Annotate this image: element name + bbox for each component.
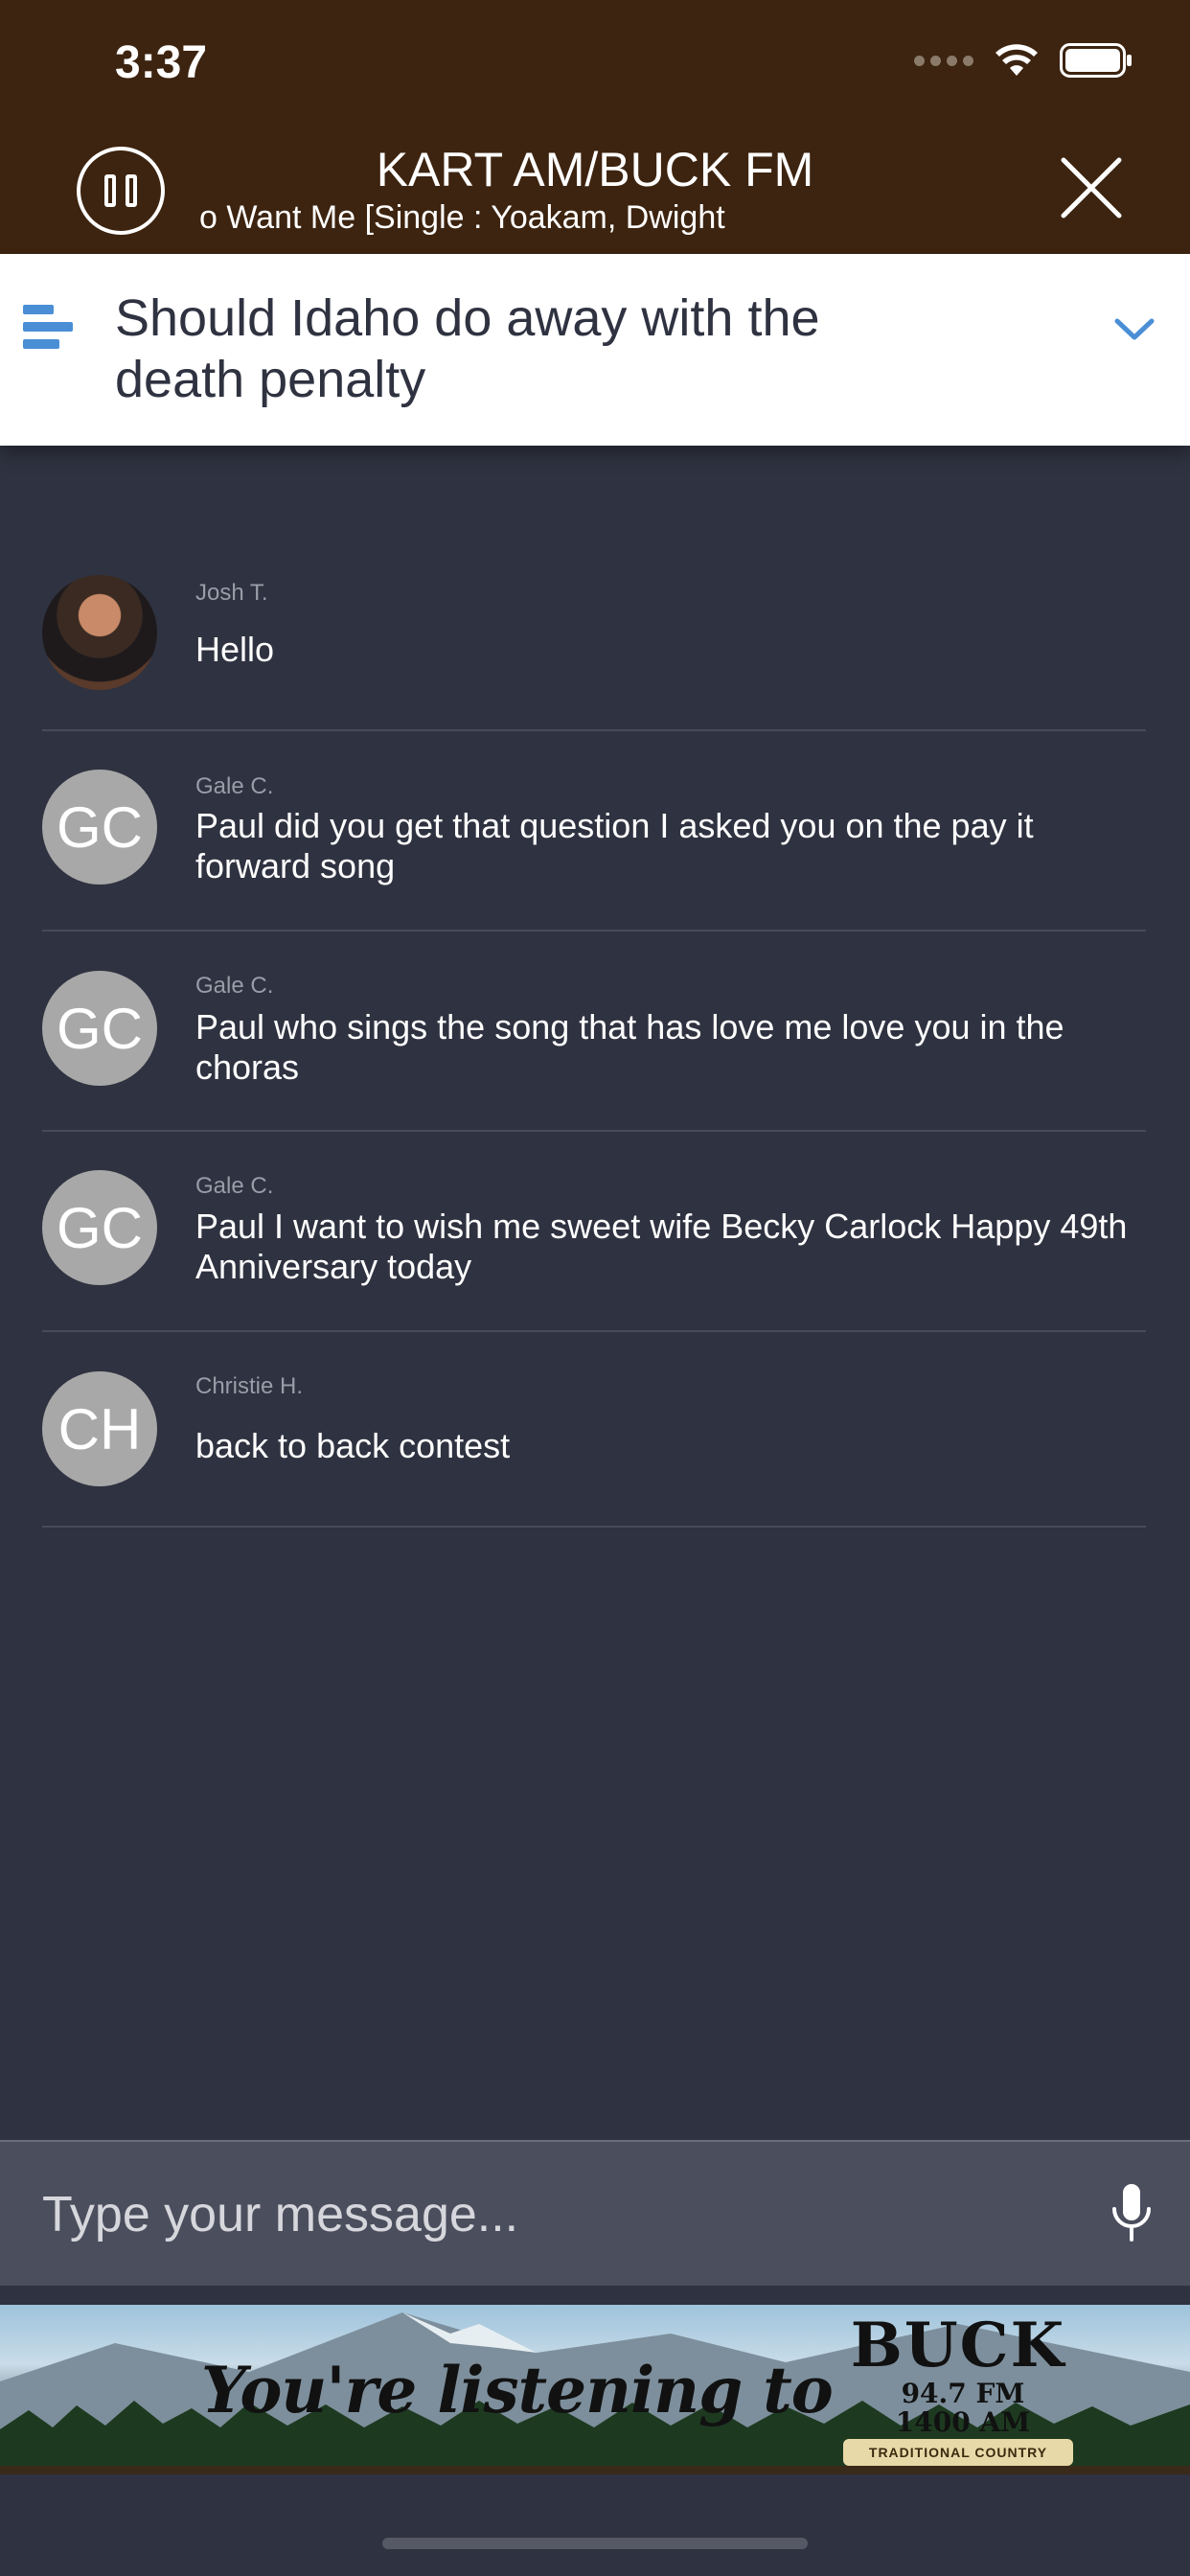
banner-brand: BUCK — [850, 2310, 1066, 2381]
message-text: back to back contest — [195, 1426, 511, 1465]
close-button[interactable] — [1060, 156, 1123, 219]
banner-freq-fm: 94.7 FM — [901, 2378, 1025, 2409]
battery-icon — [1060, 43, 1133, 78]
chat-screen: 3:37 KART AM/BUCK FM o Want Me [Single :… — [0, 0, 1190, 2576]
status-icons — [914, 43, 1133, 78]
message-text: Paul did you get that question I asked y… — [195, 806, 1034, 886]
banner-frequencies: 94.7 FM 1400 AM — [891, 2380, 1035, 2437]
chat-message: CH Christie H. back to back contest — [42, 1332, 1146, 1528]
status-time: 3:37 — [115, 37, 208, 88]
close-icon — [1061, 157, 1122, 218]
player-header: 3:37 KART AM/BUCK FM o Want Me [Single :… — [0, 0, 1190, 254]
station-banner[interactable]: You're listening to BUCK 94.7 FM 1400 AM… — [0, 2305, 1190, 2474]
message-author: Gale C. — [195, 973, 274, 999]
chat-message: Josh T. Hello — [42, 570, 1146, 731]
chat-message: GC Gale C. Paul did you get that questio… — [42, 731, 1146, 932]
banner-tagline: You're listening to — [201, 2353, 834, 2427]
message-composer — [0, 2140, 1190, 2286]
now-playing-track: o Want Me [Single : Yoakam, Dwight — [199, 199, 725, 236]
message-input[interactable] — [42, 2176, 1048, 2253]
avatar — [42, 575, 157, 690]
banner-freq-am: 1400 AM — [895, 2406, 1031, 2438]
station-name: KART AM/BUCK FM — [376, 143, 814, 196]
message-author: Josh T. — [195, 580, 268, 606]
topic-title: Should Idaho do away with the death pena… — [115, 289, 820, 408]
chevron-down-icon[interactable] — [1113, 316, 1156, 348]
message-text: Paul I want to wish me sweet wife Becky … — [195, 1207, 1128, 1286]
avatar: CH — [42, 1371, 157, 1486]
signal-icon — [914, 55, 973, 66]
chat-message: GC Gale C. Paul who sings the song that … — [42, 932, 1146, 1132]
avatar: GC — [42, 770, 157, 885]
wifi-icon — [995, 44, 1039, 77]
home-indicator[interactable] — [382, 2538, 808, 2549]
message-text: Hello — [195, 630, 275, 669]
message-author: Gale C. — [195, 1173, 274, 1199]
avatar: GC — [42, 971, 157, 1086]
avatar: GC — [42, 1170, 157, 1285]
microphone-icon[interactable] — [1111, 2182, 1152, 2248]
banner-ribbon: TRADITIONAL COUNTRY — [843, 2439, 1073, 2466]
message-author: Gale C. — [195, 773, 274, 799]
topic-list-icon — [23, 305, 73, 356]
message-text: Paul who sings the song that has love me… — [195, 1007, 1064, 1087]
message-author: Christie H. — [195, 1373, 304, 1399]
chat-message: GC Gale C. Paul I want to wish me sweet … — [42, 1132, 1146, 1332]
